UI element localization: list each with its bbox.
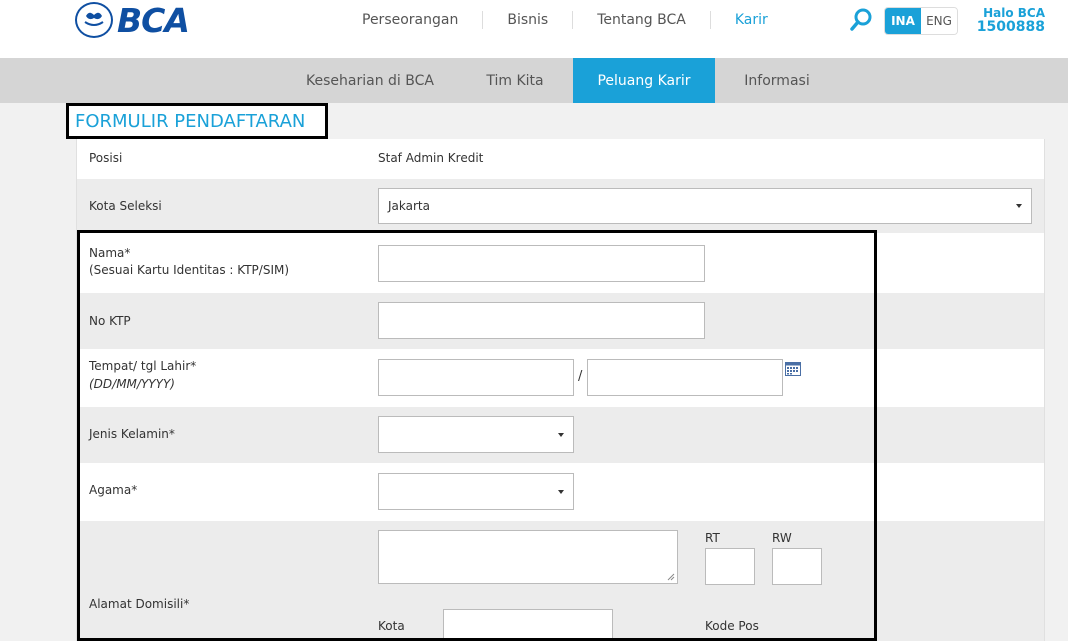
topnav-karir[interactable]: Karir: [709, 11, 792, 29]
no-ktp-input[interactable]: [378, 302, 705, 339]
chevron-down-icon: [558, 489, 564, 494]
bca-logo[interactable]: BCA: [75, 0, 190, 40]
rt-label: RT: [705, 531, 720, 545]
subnav-informasi[interactable]: Informasi: [725, 58, 829, 103]
kota-seleksi-value-col: Jakarta: [368, 179, 1044, 233]
posisi-label: Posisi: [89, 151, 123, 165]
subnav-keseharian[interactable]: Keseharian di BCA: [295, 58, 445, 103]
topnav-bisnis[interactable]: Bisnis: [482, 11, 572, 29]
subnav-peluang-karir[interactable]: Peluang Karir: [573, 58, 715, 103]
tempat-tgl-lahir-label: Tempat/ tgl Lahir*: [89, 359, 197, 373]
nama-label: Nama*: [89, 246, 131, 260]
top-navigation: Perseorangan Bisnis Tentang BCA Karir: [338, 10, 792, 30]
row-kota-seleksi: Kota Seleksi Jakarta: [77, 179, 1044, 233]
topnav-perseorangan[interactable]: Perseorangan: [338, 11, 482, 29]
row-alamat-domisili: Alamat Domisili* RT RW Kota Kode Pos: [77, 521, 1044, 641]
row-posisi: Posisi Staf Admin Kredit: [77, 139, 1044, 179]
sub-navigation: Keseharian di BCA Tim Kita Peluang Karir…: [0, 58, 1068, 103]
tempat-tgl-lahir-note: (DD/MM/YYYY): [89, 377, 175, 391]
nama-value-col: [368, 233, 1044, 293]
language-switcher: INA ENG: [884, 7, 958, 35]
rw-label: RW: [772, 531, 792, 545]
bca-emblem-icon: [75, 2, 113, 38]
tempat-lahir-input[interactable]: [378, 359, 574, 396]
nama-input[interactable]: [378, 245, 705, 282]
topnav-tentang-bca[interactable]: Tentang BCA: [572, 11, 710, 29]
alamat-domisili-label: Alamat Domisili*: [89, 597, 190, 611]
rw-input[interactable]: [772, 548, 822, 585]
row-nama: Nama* (Sesuai Kartu Identitas : KTP/SIM): [77, 233, 1044, 293]
agama-value-col: [368, 463, 1044, 521]
row-no-ktp: No KTP: [77, 293, 1044, 349]
kode-pos-label: Kode Pos: [705, 619, 759, 633]
kota-input[interactable]: [443, 609, 613, 641]
tgl-lahir-input[interactable]: [587, 359, 783, 396]
posisi-value: Staf Admin Kredit: [378, 151, 484, 165]
row-tempat-tgl-lahir: Tempat/ tgl Lahir* (DD/MM/YYYY) /: [77, 349, 1044, 407]
row-agama: Agama*: [77, 463, 1044, 521]
date-separator: /: [578, 369, 583, 384]
subnav-tim-kita[interactable]: Tim Kita: [460, 58, 570, 103]
alamat-domisili-value-col: RT RW Kota Kode Pos: [368, 521, 1044, 641]
kota-seleksi-selected: Jakarta: [388, 199, 430, 213]
no-ktp-label: No KTP: [89, 314, 131, 328]
jenis-kelamin-value-col: [368, 407, 1044, 463]
kota-label: Kota: [378, 619, 405, 633]
kota-seleksi-label: Kota Seleksi: [89, 199, 162, 213]
rt-input[interactable]: [705, 548, 755, 585]
lang-eng-button[interactable]: ENG: [921, 8, 957, 34]
chevron-down-icon: [558, 432, 564, 437]
registration-form: Posisi Staf Admin Kredit Kota Seleksi Ja…: [76, 139, 1045, 641]
jenis-kelamin-label: Jenis Kelamin*: [89, 427, 175, 441]
halo-number: 1500888: [976, 19, 1045, 35]
search-icon[interactable]: [850, 8, 874, 32]
halo-bca[interactable]: Halo BCA 1500888: [977, 6, 1045, 34]
no-ktp-value-col: [368, 293, 1044, 349]
alamat-textarea[interactable]: [378, 530, 678, 584]
chevron-down-icon: [1016, 204, 1022, 208]
brand-name: BCA: [117, 0, 190, 40]
nama-note: (Sesuai Kartu Identitas : KTP/SIM): [89, 263, 290, 277]
site-header: BCA Perseorangan Bisnis Tentang BCA Kari…: [0, 0, 1068, 58]
halo-label: Halo BCA: [983, 6, 1045, 20]
jenis-kelamin-select[interactable]: [378, 416, 574, 453]
lang-ina-button[interactable]: INA: [885, 8, 921, 34]
tempat-tgl-lahir-value-col: /: [368, 349, 1044, 407]
calendar-icon[interactable]: [785, 361, 801, 376]
agama-label: Agama*: [89, 483, 138, 497]
posisi-value-col: Staf Admin Kredit: [368, 139, 1044, 179]
form-title: FORMULIR PENDAFTARAN: [66, 103, 328, 139]
row-jenis-kelamin: Jenis Kelamin*: [77, 407, 1044, 463]
agama-select[interactable]: [378, 473, 574, 510]
kota-seleksi-select[interactable]: Jakarta: [378, 188, 1032, 224]
resize-grip-icon[interactable]: [667, 573, 675, 581]
